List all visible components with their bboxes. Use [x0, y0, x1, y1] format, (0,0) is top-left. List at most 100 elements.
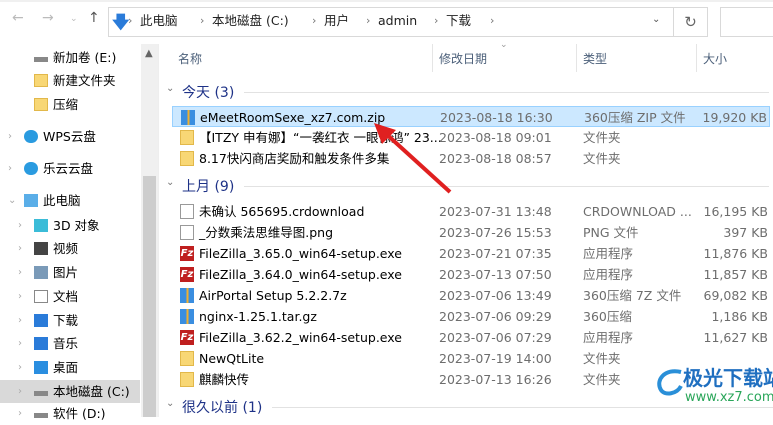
expand-chevron-icon[interactable]: › — [18, 261, 22, 284]
sidebar-item[interactable]: 新加卷 (E:) — [0, 46, 140, 69]
sidebar-item-label: 音乐 — [53, 336, 79, 351]
watermark-title: 极光下载站 — [683, 366, 773, 390]
sidebar-item[interactable]: › 视频 — [0, 237, 140, 260]
column-header-name[interactable]: 名称 — [178, 50, 202, 67]
expand-chevron-icon[interactable]: › — [18, 402, 22, 425]
sidebar-scroll-thumb[interactable] — [143, 176, 156, 417]
group-collapse-icon[interactable]: ⌄ — [166, 398, 174, 409]
drive-icon — [34, 57, 48, 62]
file-size: 11,857 KB — [703, 267, 768, 282]
search-input[interactable] — [720, 7, 773, 37]
breadcrumb-separator-icon[interactable]: › — [128, 7, 132, 35]
collapse-chevron-icon[interactable]: ⌄ — [8, 189, 16, 212]
sidebar-item[interactable]: › 桌面 — [0, 356, 140, 379]
file-row[interactable]: Fz FileZilla_3.62.2_win64-setup.exe 2023-0… — [172, 327, 770, 348]
group-header[interactable]: 很久以前 (1) — [182, 397, 262, 417]
forward-button[interactable]: → — [42, 10, 54, 26]
file-row[interactable]: 未确认 565695.crdownload 2023-07-31 13:48 CRD… — [172, 201, 770, 222]
column-divider[interactable] — [576, 44, 577, 72]
file-name: 麒麟快传 — [199, 372, 250, 387]
file-type: 应用程序 — [583, 267, 634, 282]
cloud-icon — [24, 162, 38, 175]
column-header-date[interactable]: 修改日期 — [439, 50, 487, 67]
file-icon — [180, 225, 194, 240]
file-type: 文件夹 — [583, 351, 621, 366]
expand-chevron-icon[interactable]: › — [8, 157, 12, 180]
sidebar-item[interactable]: › 音乐 — [0, 332, 140, 355]
breadcrumb-item[interactable]: 下载 — [446, 7, 471, 35]
breadcrumb-item[interactable]: admin — [378, 7, 417, 35]
sidebar-item[interactable]: 新建文件夹 — [0, 69, 140, 92]
sidebar-item[interactable]: › 软件 (D:) — [0, 402, 140, 425]
expand-chevron-icon[interactable]: › — [18, 380, 22, 403]
breadcrumb-item[interactable]: 用户 — [324, 7, 349, 35]
expand-chevron-icon[interactable]: › — [18, 332, 22, 355]
file-row[interactable]: Fz FileZilla_3.65.0_win64-setup.exe 2023-0… — [172, 243, 770, 264]
watermark-swirl-icon — [657, 369, 683, 396]
picture-icon — [34, 266, 48, 279]
sidebar-item[interactable]: › 乐云云盘 — [0, 157, 140, 180]
group-divider — [244, 92, 769, 93]
sidebar-item[interactable]: 压缩 — [0, 93, 140, 116]
breadcrumb-separator-icon[interactable]: › — [312, 7, 316, 35]
group-header[interactable]: 上月 (9) — [182, 176, 234, 196]
file-date: 2023-07-06 07:29 — [439, 330, 552, 345]
file-row[interactable]: AirPortal Setup 5.2.2.7z 2023-07-06 13:49… — [172, 285, 770, 306]
file-name: FileZilla_3.64.0_win64-setup.exe — [199, 267, 402, 282]
expand-chevron-icon[interactable]: › — [8, 125, 12, 148]
file-row[interactable]: Fz FileZilla_3.64.0_win64-setup.exe 2023-0… — [172, 264, 770, 285]
column-header-size[interactable]: 大小 — [703, 50, 727, 67]
file-row[interactable]: _分数乘法思维导图.png 2023-07-26 15:53 PNG 文件 397 K… — [172, 222, 770, 243]
sidebar-item[interactable]: › 下载 — [0, 309, 140, 332]
breadcrumb-item[interactable]: 本地磁盘 (C:) — [212, 7, 289, 35]
column-divider[interactable] — [696, 44, 697, 72]
file-date: 2023-07-06 13:49 — [439, 288, 552, 303]
scroll-up-icon[interactable]: ▲ — [145, 48, 153, 59]
red-arrow-annotation — [374, 123, 452, 194]
file-date: 2023-07-21 07:35 — [439, 246, 552, 261]
group-collapse-icon[interactable]: ⌄ — [166, 177, 174, 188]
file-size: 11,876 KB — [703, 246, 768, 261]
up-button[interactable]: ↑ — [88, 10, 100, 26]
sidebar-item[interactable]: ⌄ 此电脑 — [0, 189, 140, 212]
file-type: CRDOWNLOAD ... — [583, 204, 692, 219]
file-date: 2023-07-19 14:00 — [439, 351, 552, 366]
sidebar-item[interactable]: › 图片 — [0, 261, 140, 284]
sidebar-item-label: 下载 — [53, 313, 79, 328]
file-row[interactable]: 8.17快闪商店奖励和触发条件多集 2023-08-18 08:57 文件夹 — [172, 148, 770, 169]
address-dropdown-icon[interactable]: ⌄ — [652, 14, 660, 25]
group-header[interactable]: 今天 (3) — [182, 82, 234, 102]
breadcrumb-separator-icon[interactable]: › — [434, 7, 438, 35]
column-header-type[interactable]: 类型 — [583, 50, 607, 67]
sidebar-item[interactable]: › 本地磁盘 (C:) — [0, 380, 140, 403]
document-icon — [34, 290, 48, 303]
file-row[interactable]: eMeetRoomSexe_xz7.com.zip 2023-08-18 16:3… — [172, 106, 770, 127]
refresh-button[interactable]: ↻ — [674, 7, 708, 37]
expand-chevron-icon[interactable]: › — [18, 285, 22, 308]
drive-icon — [34, 413, 48, 418]
breadcrumb-item[interactable]: 此电脑 — [140, 7, 178, 35]
expand-chevron-icon[interactable]: › — [18, 237, 22, 260]
sidebar-item[interactable]: › 3D 对象 — [0, 214, 140, 237]
expand-chevron-icon[interactable]: › — [18, 309, 22, 332]
sidebar-item-label: 视频 — [53, 241, 79, 256]
file-row[interactable]: 【ITZY 申有娜】“一袭红衣 一眼惊鸿” 23... 2023-08-18 09… — [172, 127, 770, 148]
back-button[interactable]: ← — [12, 10, 24, 26]
group-collapse-icon[interactable]: ⌄ — [166, 83, 174, 94]
expand-chevron-icon[interactable]: › — [18, 356, 22, 379]
download-icon — [34, 314, 48, 327]
breadcrumb-separator-icon[interactable]: › — [490, 7, 494, 35]
archive-icon — [180, 309, 194, 324]
file-date: 2023-07-13 07:50 — [439, 267, 552, 282]
sidebar-item[interactable]: › WPS云盘 — [0, 125, 140, 148]
sidebar-item-label: 新建文件夹 — [53, 73, 116, 88]
music-icon — [34, 337, 48, 350]
video-icon — [34, 242, 48, 255]
breadcrumb-separator-icon[interactable]: › — [200, 7, 204, 35]
expand-chevron-icon[interactable]: › — [18, 214, 22, 237]
sidebar-item[interactable]: › 文档 — [0, 285, 140, 308]
breadcrumb-separator-icon[interactable]: › — [366, 7, 370, 35]
file-row[interactable]: nginx-1.25.1.tar.gz 2023-07-06 09:29 360压缩… — [172, 306, 770, 327]
column-divider[interactable] — [432, 44, 433, 72]
recent-dropdown[interactable]: ⌄ — [70, 14, 78, 24]
